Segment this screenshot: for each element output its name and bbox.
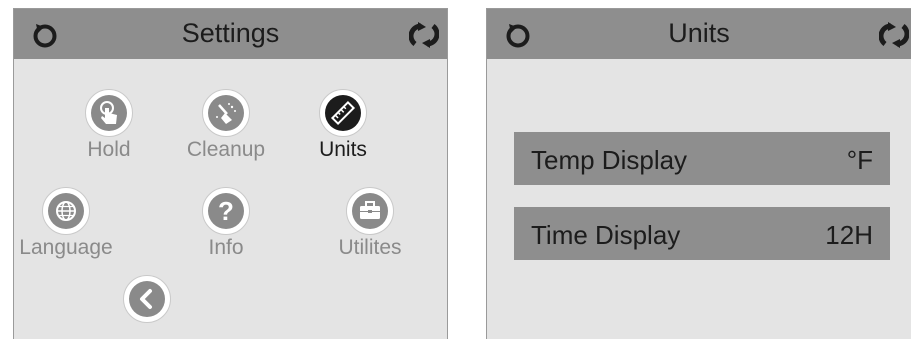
cleanup-button[interactable]: Cleanup [161, 89, 291, 162]
ruler-icon [330, 100, 356, 126]
refresh-icon[interactable] [879, 21, 909, 49]
language-label: Language [19, 236, 113, 259]
utilities-icon-badge [346, 187, 394, 235]
broom-icon [216, 103, 236, 124]
units-panel: Units Temp Display °F Time Display 12H [486, 8, 911, 339]
units-label: Units [319, 138, 367, 161]
cleanup-icon-badge [202, 89, 250, 137]
settings-header: Settings [14, 9, 447, 59]
cleanup-label: Cleanup [186, 138, 266, 161]
settings-panel: Settings Hold Cleanup Units Language ? I… [13, 8, 448, 339]
info-icon-badge: ? [202, 187, 250, 235]
time-display-value: 12H [825, 220, 873, 250]
units-button[interactable]: Units [278, 89, 408, 162]
temp-display-value: °F [846, 145, 873, 175]
language-icon-badge [42, 187, 90, 235]
page-title: Settings [181, 18, 280, 48]
hand-touch-icon [100, 101, 117, 124]
hold-button[interactable]: Hold [44, 89, 174, 162]
time-display-row[interactable]: Time Display 12H [514, 207, 890, 260]
info-button[interactable]: ? Info [161, 187, 291, 260]
hold-label: Hold [87, 138, 131, 161]
page-title: Units [668, 18, 730, 48]
info-label: Info [208, 236, 244, 259]
hold-icon-badge [85, 89, 133, 137]
globe-icon [56, 201, 76, 221]
language-button[interactable]: Language [1, 187, 131, 260]
toolbox-icon [360, 201, 380, 219]
refresh-icon[interactable] [409, 21, 439, 49]
back-arrow-icon [140, 289, 152, 309]
question-icon: ? [218, 196, 234, 226]
units-header: Units [487, 9, 911, 59]
units-icon-badge [319, 89, 367, 137]
temp-display-label: Temp Display [531, 145, 688, 175]
back-button[interactable] [123, 275, 171, 323]
utilities-label: Utilites [338, 236, 402, 259]
temp-display-row[interactable]: Temp Display °F [514, 132, 890, 185]
utilities-button[interactable]: Utilites [305, 187, 435, 260]
time-display-label: Time Display [531, 220, 681, 250]
